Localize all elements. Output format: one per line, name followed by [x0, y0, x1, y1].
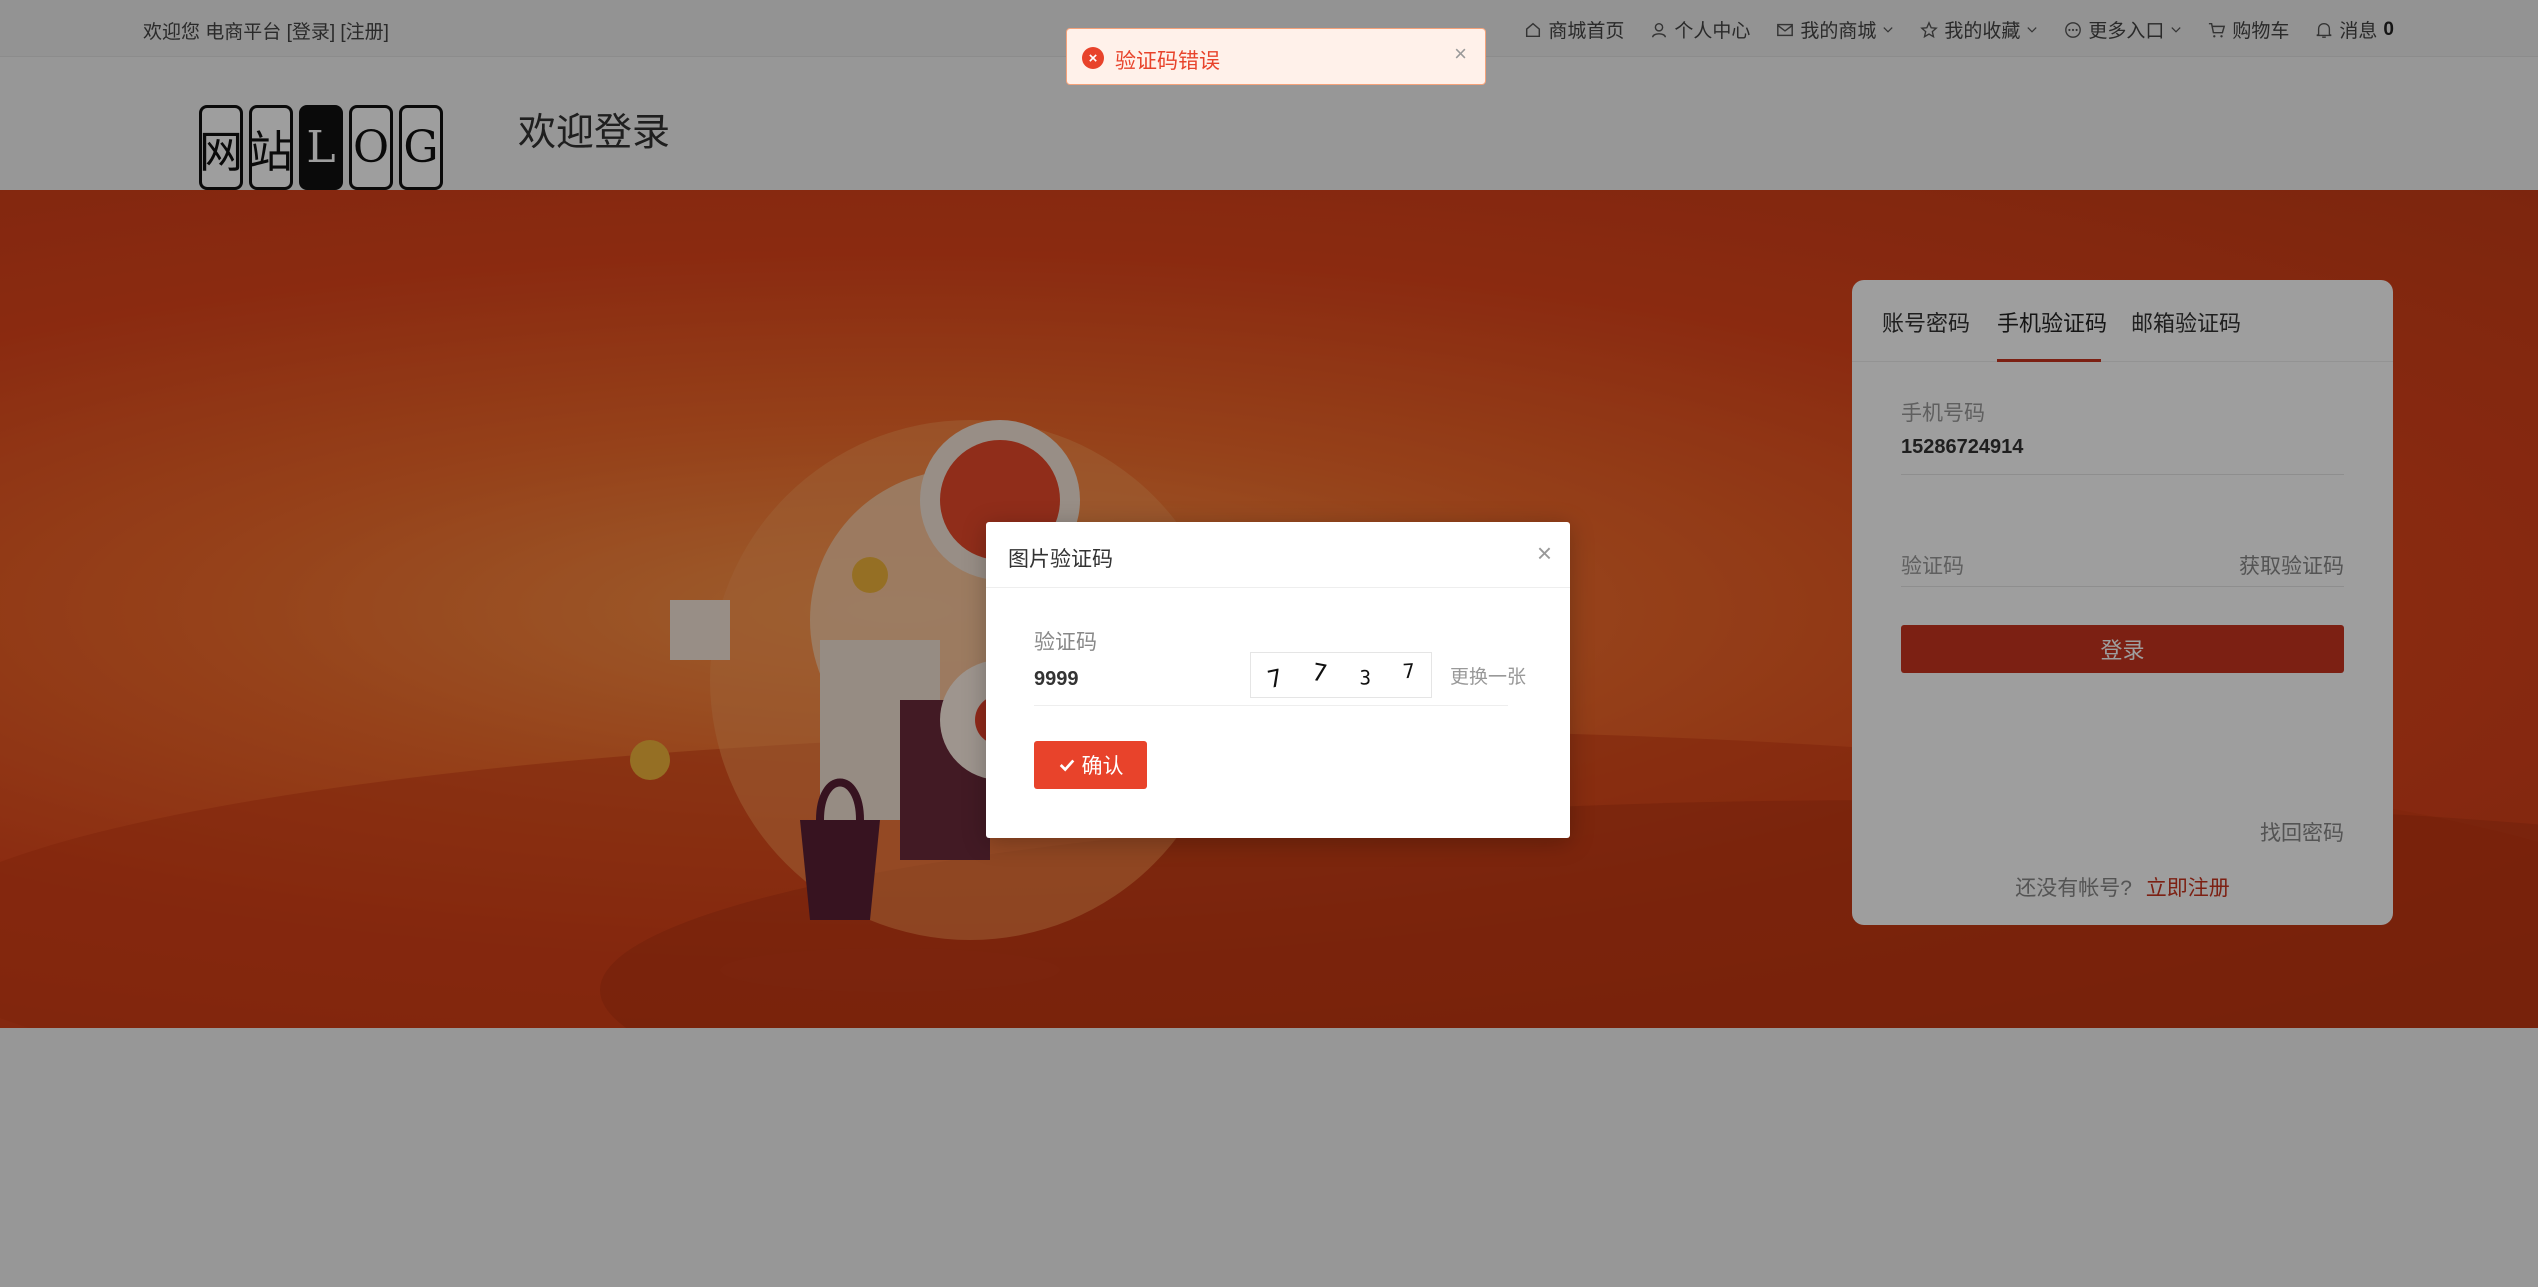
captcha-divider [1034, 705, 1508, 706]
captcha-char: 7 [1310, 657, 1330, 689]
captcha-label: 验证码 [1034, 631, 1097, 654]
captcha-char: 3 [1359, 667, 1371, 690]
captcha-char: 7 [1402, 658, 1416, 684]
toast-message: 验证码错误 [1115, 50, 1220, 73]
close-icon[interactable]: × [1537, 538, 1552, 569]
modal-title: 图片验证码 [1008, 548, 1113, 571]
captcha-char: 7 [1264, 663, 1285, 695]
captcha-modal: 图片验证码 × 验证码 9999 7 7 3 7 更换一张 确认 [986, 522, 1570, 838]
confirm-button[interactable]: 确认 [1034, 741, 1147, 789]
confirm-label: 确认 [1081, 755, 1124, 778]
modal-header: 图片验证码 × [986, 522, 1570, 588]
captcha-image[interactable]: 7 7 3 7 [1250, 652, 1432, 698]
close-icon[interactable]: × [1454, 41, 1467, 67]
captcha-input[interactable]: 9999 [1034, 668, 1079, 691]
error-toast: × 验证码错误 × [1066, 28, 1486, 85]
refresh-captcha-link[interactable]: 更换一张 [1450, 662, 1526, 689]
error-icon: × [1082, 47, 1104, 69]
check-icon [1059, 759, 1074, 772]
